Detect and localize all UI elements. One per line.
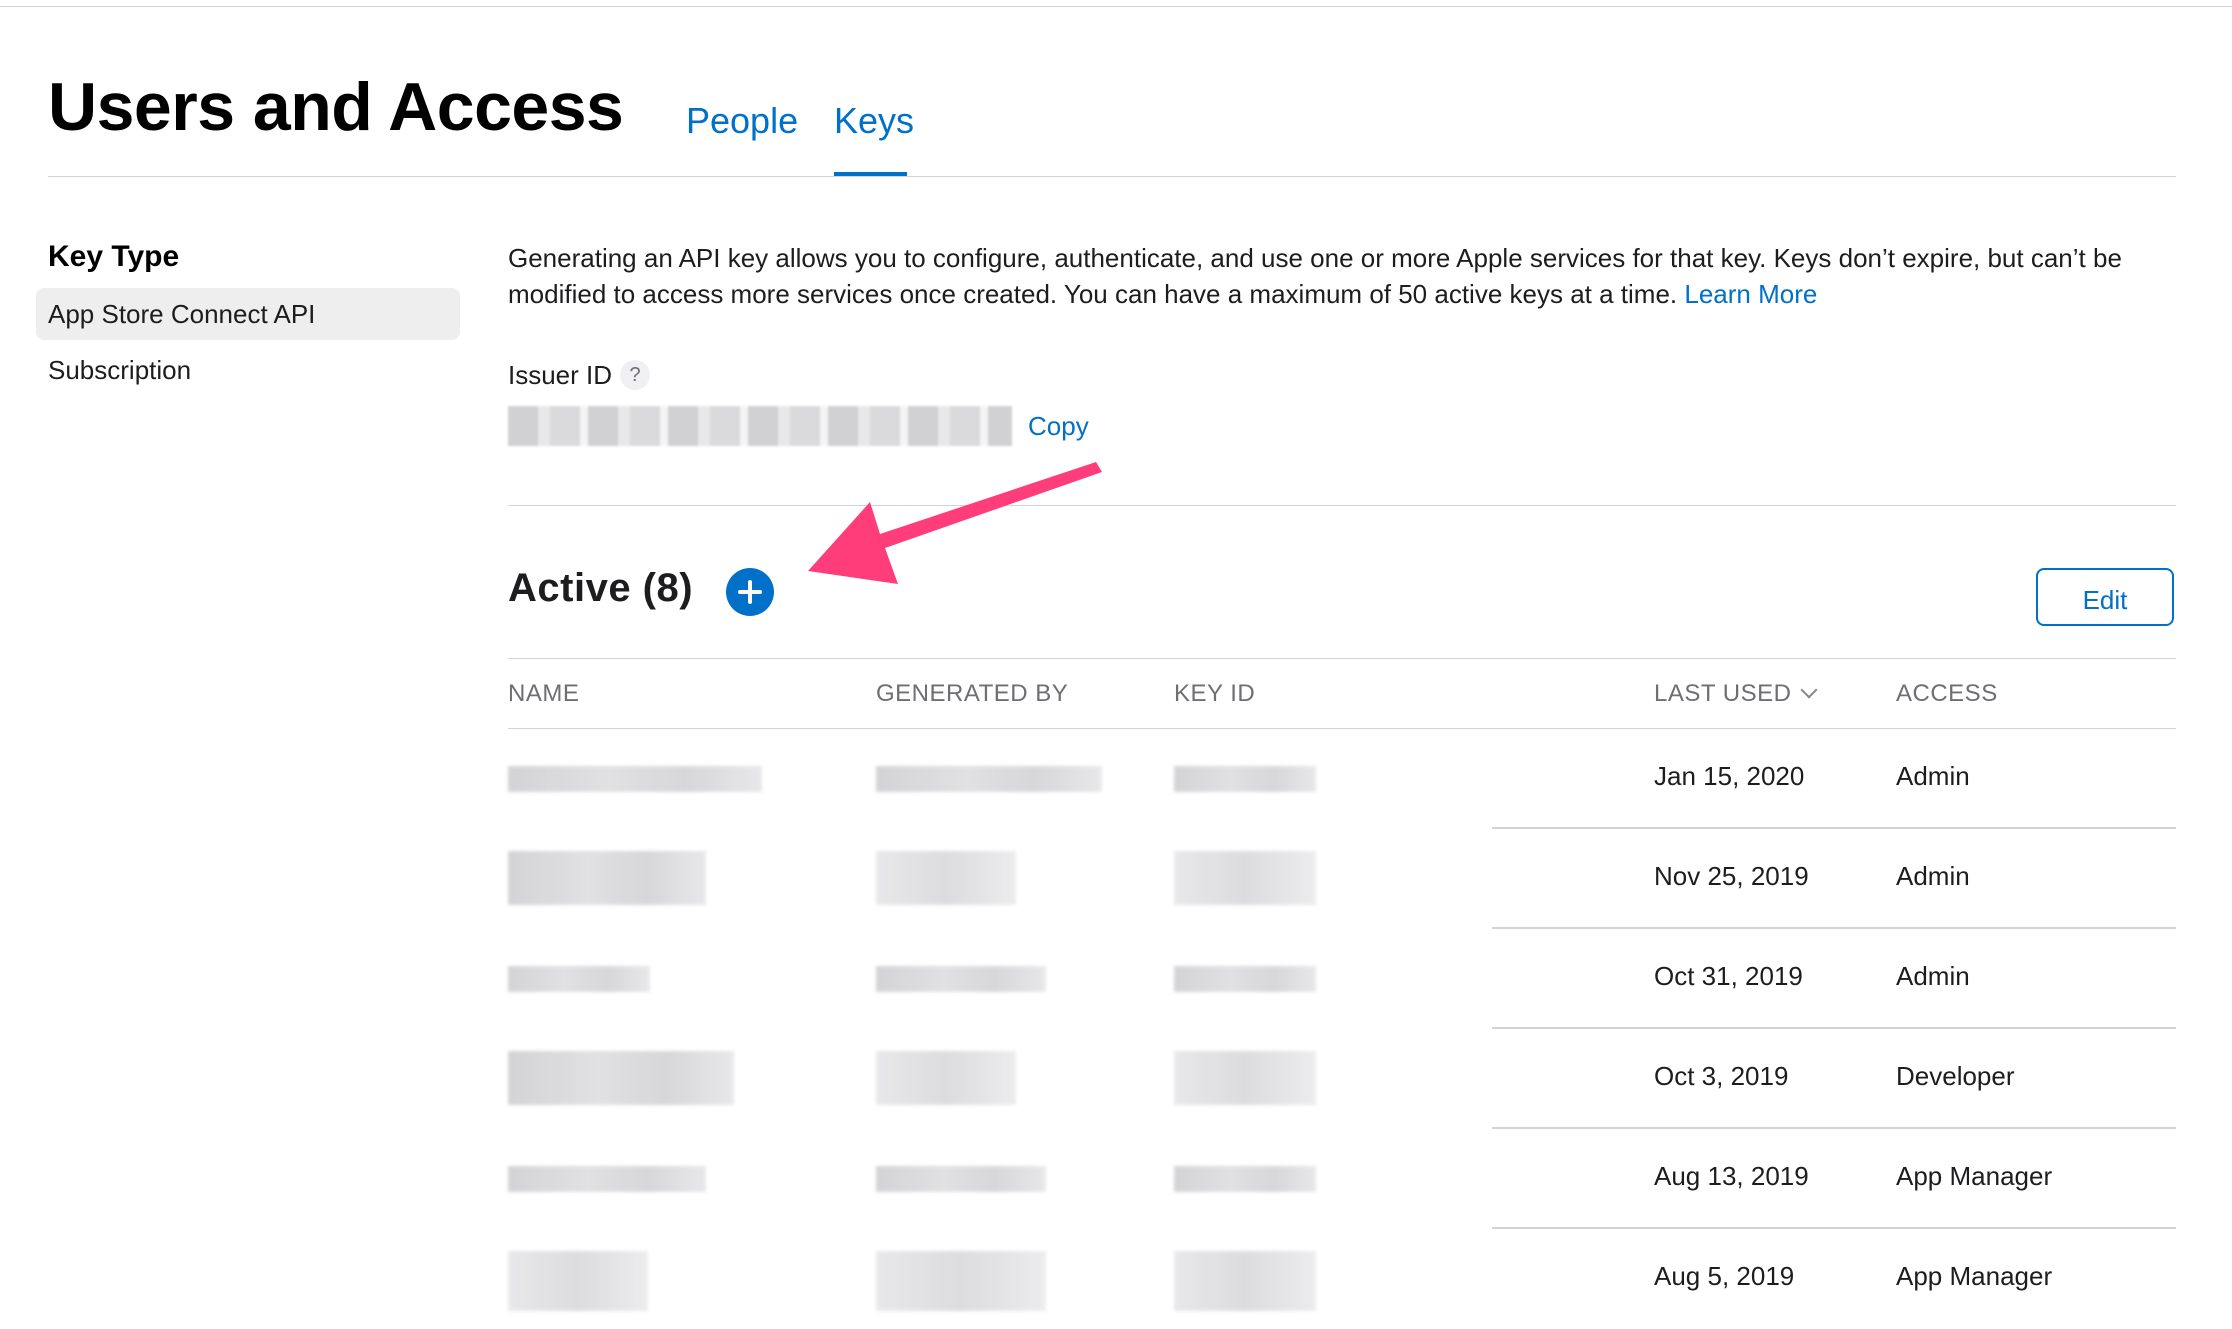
sidebar-heading: Key Type xyxy=(48,240,180,273)
access-value: Admin xyxy=(1896,761,1970,791)
learn-more-link[interactable]: Learn More xyxy=(1684,279,1817,309)
last-used-value: Oct 3, 2019 xyxy=(1654,1061,1789,1091)
generated-by-redacted xyxy=(876,966,1046,992)
last-used-value: Aug 13, 2019 xyxy=(1654,1161,1809,1191)
help-icon[interactable]: ? xyxy=(620,360,650,390)
plus-circle-icon[interactable] xyxy=(726,568,774,616)
last-used-value: Jan 15, 2020 xyxy=(1654,761,1805,791)
table-row[interactable]: Oct 31, 2019 Admin xyxy=(508,929,2176,1029)
section-divider xyxy=(508,505,2176,506)
name-redacted xyxy=(508,1251,648,1311)
tab-people[interactable]: People xyxy=(686,100,798,142)
edit-button[interactable]: Edit xyxy=(2036,568,2174,626)
top-divider xyxy=(0,0,2232,7)
column-header-key-id: KEY ID xyxy=(1174,680,1256,707)
access-value: Admin xyxy=(1896,861,1970,891)
last-used-value: Oct 31, 2019 xyxy=(1654,961,1803,991)
key-id-redacted xyxy=(1174,851,1316,905)
header-divider xyxy=(48,176,2176,177)
access-value: App Manager xyxy=(1896,1161,2053,1191)
name-redacted xyxy=(508,1166,706,1192)
annotation-arrow-shape xyxy=(808,462,1102,584)
table-row[interactable]: Aug 13, 2019 App Manager xyxy=(508,1129,2176,1229)
key-id-redacted xyxy=(1174,1251,1316,1311)
key-id-redacted xyxy=(1174,1166,1316,1192)
column-header-name: NAME xyxy=(508,680,580,707)
generated-by-redacted xyxy=(876,1251,1046,1311)
generated-by-redacted xyxy=(876,766,1102,792)
generated-by-redacted xyxy=(876,1166,1046,1192)
key-id-redacted xyxy=(1174,1051,1316,1105)
active-keys-title: Active (8) xyxy=(508,566,694,610)
table-top-divider xyxy=(508,658,2176,659)
last-used-value: Aug 5, 2019 xyxy=(1654,1261,1795,1291)
intro-text: Generating an API key allows you to conf… xyxy=(508,243,2122,309)
name-redacted xyxy=(508,1051,734,1105)
column-header-last-used[interactable]: LAST USED xyxy=(1654,680,1818,708)
tab-keys[interactable]: Keys xyxy=(834,100,914,142)
table-row[interactable]: Aug 5, 2019 App Manager xyxy=(508,1229,2176,1329)
key-id-redacted xyxy=(1174,966,1316,992)
name-redacted xyxy=(508,766,762,792)
access-value: Admin xyxy=(1896,961,1970,991)
key-id-redacted xyxy=(1174,766,1316,792)
page-title: Users and Access xyxy=(48,69,624,145)
issuer-id-label: Issuer ID xyxy=(508,360,613,390)
intro-description: Generating an API key allows you to conf… xyxy=(508,240,2188,312)
table-row[interactable]: Nov 25, 2019 Admin xyxy=(508,829,2176,929)
access-value: App Manager xyxy=(1896,1261,2053,1291)
issuer-id-value-redacted xyxy=(508,406,1012,446)
sidebar-item-subscription[interactable]: Subscription xyxy=(36,344,460,396)
generated-by-redacted xyxy=(876,1051,1016,1105)
access-value: Developer xyxy=(1896,1061,2015,1091)
sidebar-item-app-store-connect-api[interactable]: App Store Connect API xyxy=(36,288,460,340)
column-header-last-used-label: LAST USED xyxy=(1654,680,1792,707)
name-redacted xyxy=(508,851,706,905)
copy-issuer-id-link[interactable]: Copy xyxy=(1028,411,1089,442)
table-row[interactable]: Jan 15, 2020 Admin xyxy=(508,729,2176,829)
column-header-access: ACCESS xyxy=(1896,680,1998,707)
generated-by-redacted xyxy=(876,851,1016,905)
table-row[interactable]: Oct 3, 2019 Developer xyxy=(508,1029,2176,1129)
last-used-value: Nov 25, 2019 xyxy=(1654,861,1809,891)
name-redacted xyxy=(508,966,650,992)
sort-chevron-down-icon xyxy=(1800,681,1818,699)
column-header-generated-by: GENERATED BY xyxy=(876,680,1069,707)
